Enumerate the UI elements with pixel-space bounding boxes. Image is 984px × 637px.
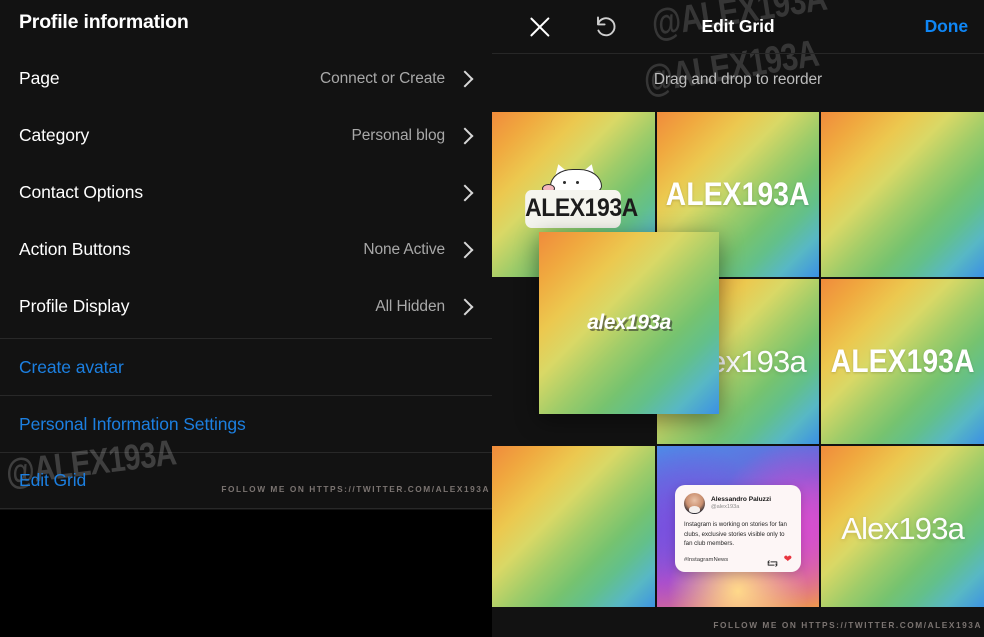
setting-label: Page: [19, 68, 60, 88]
setting-row-profile-display[interactable]: Profile Display All Hidden: [0, 278, 492, 335]
tweet-author-handle: @alex193a: [710, 504, 740, 511]
heart-icon: ❤: [783, 553, 792, 565]
left-footer-credit: FOLLOW ME ON HTTPS://TWITTER.COM/ALEX193…: [221, 484, 490, 494]
chevron-right-icon: [456, 127, 474, 144]
setting-row-action-buttons[interactable]: Action Buttons None Active: [0, 221, 492, 278]
chevron-right-icon: [456, 70, 474, 87]
link-label: Create avatar: [19, 356, 124, 377]
setting-row-category[interactable]: Category Personal blog: [0, 107, 492, 164]
grid-tile[interactable]: Alex193a: [821, 446, 984, 611]
link-label: Personal Information Settings: [19, 413, 246, 434]
done-button[interactable]: Done: [925, 16, 968, 37]
right-footer-credit: FOLLOW ME ON HTTPS://TWITTER.COM/ALEX193…: [713, 620, 982, 630]
page-title: Profile information: [19, 11, 189, 33]
profile-information-panel: Profile information Page Connect or Crea…: [0, 0, 492, 637]
tweet-header: Alessandro Paluzzi @alex193a: [683, 493, 792, 515]
chevron-right-icon: [456, 241, 474, 258]
tweet-identity: Alessandro Paluzzi @alex193a: [711, 496, 771, 512]
grid-tile[interactable]: ALEX193A: [821, 279, 984, 444]
link-row-edit-grid[interactable]: Edit Grid: [0, 452, 492, 509]
tweet-card: Alessandro Paluzzi @alex193a Instagram i…: [674, 485, 801, 572]
setting-value: All Hidden: [375, 297, 445, 315]
setting-row-contact-options[interactable]: Contact Options: [0, 164, 492, 221]
link-row-personal-information-settings[interactable]: Personal Information Settings: [0, 395, 492, 452]
profile-information-sheet: Profile information Page Connect or Crea…: [0, 0, 492, 510]
settings-list: Page Connect or Create Category Personal…: [0, 50, 492, 335]
tweet-footer: #InstagramNews ❤: [683, 553, 792, 567]
setting-value: None Active: [363, 240, 445, 258]
retweet-icon: [767, 555, 778, 567]
setting-label: Profile Display: [19, 296, 130, 316]
tile-label: ALEX193A: [525, 189, 639, 228]
edit-grid-title: Edit Grid: [701, 16, 775, 36]
tweet-author-name: Alessandro Paluzzi: [710, 496, 772, 504]
grid-tile[interactable]: [492, 446, 655, 611]
tweet-actions: ❤: [767, 553, 792, 567]
tile-label: ALEX193A: [666, 176, 810, 212]
tile-label: ALEX193A: [830, 343, 975, 379]
tile-label: alex193a: [587, 311, 671, 334]
tweet-hashtag: #InstagramNews: [683, 556, 729, 563]
dragged-grid-tile[interactable]: alex193a: [539, 232, 719, 414]
edit-grid-header: Edit Grid Done: [492, 0, 984, 53]
setting-row-page[interactable]: Page Connect or Create: [0, 50, 492, 107]
cat-eye-right-icon: [576, 180, 580, 184]
chevron-right-icon: [456, 184, 474, 201]
setting-value: Connect or Create: [320, 69, 445, 87]
app-screen: Profile information Page Connect or Crea…: [0, 0, 984, 637]
drag-hint-text: Drag and drop to reorder: [653, 71, 823, 88]
setting-label: Category: [19, 125, 90, 145]
setting-value: Personal blog: [351, 126, 446, 144]
tweet-body-text: Instagram is working on stories for fan …: [683, 521, 787, 548]
bongo-cat-icon: ALEX193A: [521, 161, 639, 231]
avatar: [683, 493, 705, 515]
chevron-right-icon: [456, 298, 474, 315]
tile-label: Alex193a: [841, 510, 965, 546]
link-row-create-avatar[interactable]: Create avatar: [0, 338, 492, 395]
grid-tile[interactable]: [821, 112, 984, 277]
grid-tile[interactable]: Alessandro Paluzzi @alex193a Instagram i…: [656, 446, 820, 611]
cat-eye-left-icon: [563, 180, 567, 184]
setting-label: Contact Options: [19, 182, 143, 202]
setting-label: Action Buttons: [19, 239, 131, 259]
